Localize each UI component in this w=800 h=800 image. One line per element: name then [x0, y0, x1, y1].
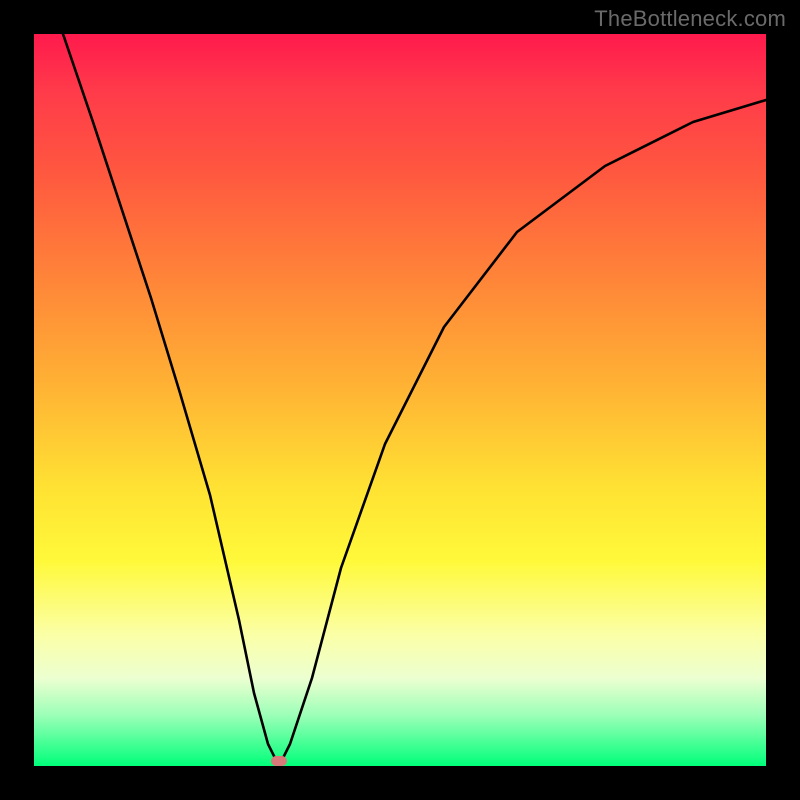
chart-frame: TheBottleneck.com [0, 0, 800, 800]
minimum-marker [271, 756, 287, 766]
curve-path [63, 34, 766, 766]
watermark-text: TheBottleneck.com [594, 6, 786, 32]
bottleneck-curve [34, 34, 766, 766]
plot-area [34, 34, 766, 766]
